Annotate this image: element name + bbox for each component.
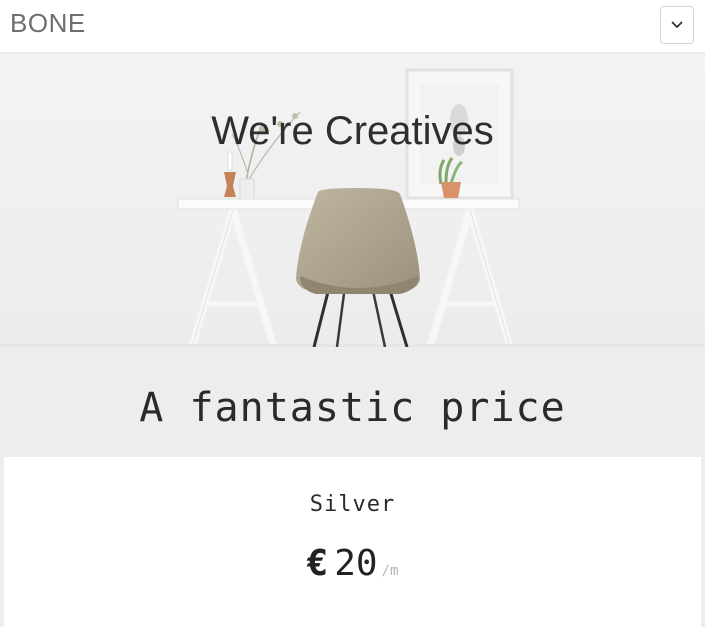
desk-chair-photo bbox=[0, 54, 705, 347]
navbar-toggle-button[interactable] bbox=[660, 6, 694, 44]
navbar: BONE bbox=[0, 0, 705, 53]
plan-name: Silver bbox=[309, 492, 396, 517]
price-amount: 20 bbox=[334, 543, 378, 584]
price-currency: € bbox=[306, 543, 329, 584]
pricing-card: Silver €20/m bbox=[4, 457, 701, 627]
pricing-section-title: A fantastic price bbox=[139, 385, 566, 431]
brand-logo[interactable]: BONE bbox=[10, 8, 86, 39]
chevron-down-icon bbox=[671, 16, 683, 34]
price-period: /m bbox=[381, 563, 399, 579]
hero-title: We're Creatives bbox=[211, 109, 494, 153]
hero-banner: We're Creatives bbox=[0, 54, 705, 347]
plan-price: €20/m bbox=[4, 543, 701, 584]
